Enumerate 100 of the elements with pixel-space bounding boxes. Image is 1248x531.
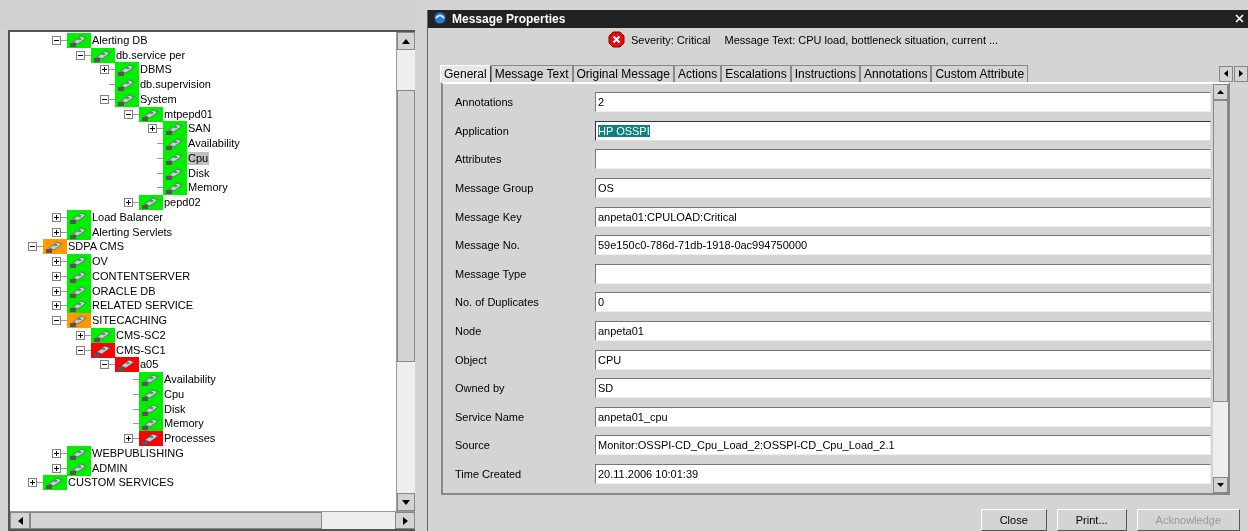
input-field[interactable] <box>595 149 1211 170</box>
scroll-up-icon[interactable] <box>397 32 416 50</box>
tab-scroll-right-icon[interactable] <box>1234 65 1248 82</box>
tree-item[interactable]: SDPA CMS <box>67 240 126 254</box>
tab[interactable]: Annotations <box>860 64 932 82</box>
collapse-icon[interactable] <box>28 242 37 252</box>
tree-item[interactable]: OV <box>91 255 109 269</box>
tree-item[interactable]: CONTENTSERVER <box>91 269 192 283</box>
field-label: Service Name <box>455 410 526 423</box>
tree-item[interactable]: RELATED SERVICE <box>91 299 195 313</box>
tree-item[interactable]: Memory <box>163 417 205 431</box>
dialog-button[interactable]: Close <box>980 509 1047 531</box>
input-field[interactable]: 2 <box>595 92 1211 113</box>
tree-item[interactable]: Disk <box>163 402 187 416</box>
scroll-down-icon[interactable] <box>1213 477 1228 493</box>
tab-scroll-left-icon[interactable] <box>1219 65 1233 82</box>
tree-item[interactable]: Cpu <box>163 387 186 401</box>
input-field[interactable]: 20.11.2006 10:01:39 <box>595 463 1211 484</box>
tree-item[interactable]: Load Balancer <box>91 210 164 224</box>
scroll-up-icon[interactable] <box>1213 83 1228 100</box>
collapse-icon[interactable] <box>76 345 85 355</box>
tree-item[interactable]: SAN <box>187 122 212 136</box>
tree-item[interactable]: DBMS <box>139 63 173 77</box>
expand-icon[interactable] <box>52 448 61 458</box>
expand-icon[interactable] <box>52 227 61 237</box>
field-label: Object <box>455 353 488 366</box>
input-field[interactable]: HP OSSPI <box>595 120 1211 141</box>
tree-item[interactable]: CUSTOM SERVICES <box>67 476 175 490</box>
input-field[interactable]: anpeta01:CPULOAD:Critical <box>595 206 1211 227</box>
tab[interactable]: Instructions <box>790 64 860 82</box>
tab[interactable]: Escalations <box>721 64 791 82</box>
input-field[interactable] <box>595 263 1211 284</box>
tree-item[interactable]: SITECACHING <box>91 314 169 328</box>
tree-item[interactable]: Alerting Servlets <box>91 225 174 239</box>
tree-item[interactable]: Memory <box>187 181 229 195</box>
tree-item[interactable]: db.service per <box>115 48 187 62</box>
tree-item[interactable]: CMS-SC2 <box>115 328 167 342</box>
expand-icon[interactable] <box>52 257 61 267</box>
tree-item[interactable]: WEBPUBLISHING <box>91 446 185 460</box>
field-label: Application <box>455 124 510 137</box>
input-field[interactable]: CPU <box>595 349 1211 370</box>
input-field[interactable]: 0 <box>595 292 1211 313</box>
expand-icon[interactable] <box>28 478 37 488</box>
scroll-left-icon[interactable] <box>10 512 30 529</box>
input-field[interactable]: SD <box>595 378 1211 399</box>
tab[interactable]: Custom Attribute <box>931 64 1029 82</box>
tree-item[interactable]: mtpepd01 <box>163 107 214 121</box>
tree-item[interactable]: System <box>139 92 178 106</box>
severity-text: Severity: Critical <box>631 33 711 46</box>
tree-item[interactable]: Alerting DB <box>91 33 149 47</box>
tree-item[interactable]: Processes <box>163 432 217 446</box>
tree-item[interactable]: Availability <box>163 373 217 387</box>
collapse-icon[interactable] <box>52 35 61 45</box>
tree-item[interactable]: pepd02 <box>163 196 202 210</box>
tree-item[interactable]: Cpu <box>187 151 210 165</box>
expand-icon[interactable] <box>52 301 61 311</box>
tab[interactable]: Message Text <box>490 64 573 82</box>
expand-icon[interactable] <box>124 198 133 208</box>
field-label: Source <box>455 439 491 452</box>
close-icon[interactable] <box>1235 14 1244 24</box>
input-field[interactable]: OS <box>595 177 1211 198</box>
window-title: Message Properties <box>452 12 567 26</box>
scroll-down-icon[interactable] <box>397 493 416 511</box>
tab[interactable]: Original Message <box>572 64 674 82</box>
expand-icon[interactable] <box>100 65 109 75</box>
input-field[interactable]: anpeta01 <box>595 320 1211 341</box>
tree-item[interactable]: Availability <box>187 137 241 151</box>
dialog-button[interactable]: Print... <box>1056 509 1127 531</box>
field-label: Node <box>455 324 483 337</box>
expand-icon[interactable] <box>124 434 133 444</box>
tab[interactable]: General <box>440 64 491 82</box>
tree-item[interactable]: db.supervision <box>139 78 212 92</box>
scroll-right-icon[interactable] <box>395 512 416 529</box>
expand-icon[interactable] <box>52 212 61 222</box>
scrollbar-thumb[interactable] <box>397 90 416 362</box>
tree-item[interactable]: a05 <box>139 358 160 372</box>
collapse-icon[interactable] <box>76 50 85 60</box>
expand-icon[interactable] <box>52 463 61 473</box>
tab[interactable]: Actions <box>673 64 722 82</box>
critical-icon <box>608 31 625 49</box>
tree-item[interactable]: ADMIN <box>91 461 129 475</box>
scrollbar-thumb[interactable] <box>30 512 322 529</box>
collapse-icon[interactable] <box>52 316 61 326</box>
expand-icon[interactable] <box>76 330 85 340</box>
input-field[interactable]: Monitor:OSSPI-CD_Cpu_Load_2:OSSPI-CD_Cpu_Load_2.1 <box>595 435 1211 456</box>
expand-icon[interactable] <box>52 271 61 281</box>
collapse-icon[interactable] <box>124 109 133 119</box>
field-label: Message Key <box>455 210 523 223</box>
collapse-icon[interactable] <box>100 94 109 104</box>
collapse-icon[interactable] <box>100 360 109 370</box>
tree-item[interactable]: Disk <box>187 166 211 180</box>
tree-item[interactable]: ORACLE DB <box>91 284 157 298</box>
expand-icon[interactable] <box>148 124 157 134</box>
input-field[interactable]: 59e150c0-786d-71db-1918-0ac994750000 <box>595 235 1211 256</box>
scrollbar-thumb[interactable] <box>1213 99 1228 402</box>
field-label: Message Type <box>455 267 528 280</box>
expand-icon[interactable] <box>52 286 61 296</box>
message-text: Message Text: CPU load, bottleneck situation, current ... <box>724 33 999 46</box>
input-field[interactable]: anpeta01_cpu <box>595 406 1211 427</box>
tree-item[interactable]: CMS-SC1 <box>115 343 167 357</box>
